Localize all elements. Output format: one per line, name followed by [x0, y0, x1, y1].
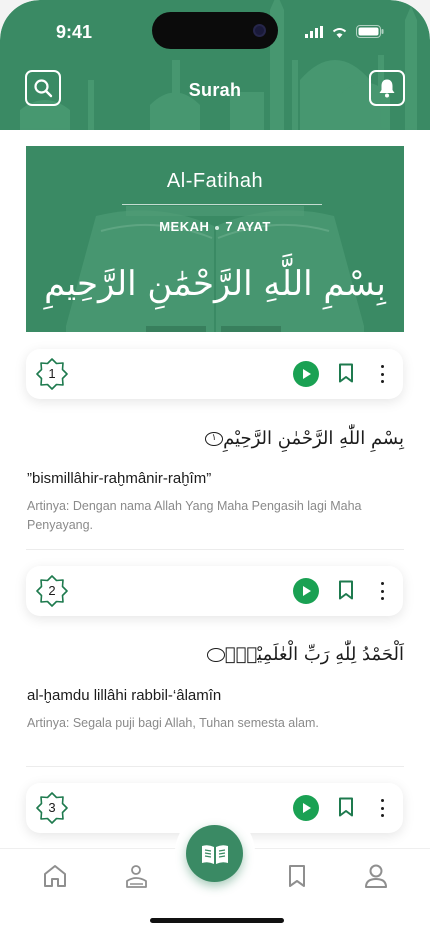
ayah-toolbar: 1	[26, 349, 403, 399]
ayah-number: 2	[48, 583, 56, 598]
dot	[380, 806, 384, 810]
battery-icon	[356, 25, 384, 38]
ayah-transliteration: ”bismillâhir-raḫmânir-raḫîm”	[27, 470, 212, 487]
surah-place: MEKAH	[159, 219, 210, 234]
dot	[380, 814, 384, 817]
dynamic-island	[152, 12, 278, 49]
notification-button[interactable]	[369, 70, 405, 106]
dot	[380, 597, 384, 600]
divider	[26, 549, 404, 550]
play-button[interactable]	[293, 795, 319, 821]
ayah-arabic-text: اَلْحَمْدُ لِلّٰهِ رَبِّ الْعٰلَمِيْنَۙ	[26, 644, 404, 665]
home-indicator	[150, 918, 284, 923]
wifi-icon	[332, 27, 347, 38]
divider	[26, 766, 404, 767]
ayah-number-badge: 3	[36, 792, 68, 824]
ayah-translation: Artinya: Segala puji bagi Allah, Tuhan s…	[27, 716, 319, 730]
arabic-verse: اَلْحَمْدُ لِلّٰهِ رَبِّ الْعٰلَمِيْنَۙ	[224, 644, 404, 665]
surah-name: Al-Fatihah	[166, 170, 264, 192]
bookmark-button[interactable]	[338, 580, 354, 600]
bookmark-button[interactable]	[338, 797, 354, 817]
nav-home-icon[interactable]	[42, 863, 68, 889]
separator-dot	[215, 225, 220, 230]
page-title: Surah	[188, 80, 242, 100]
play-icon	[303, 586, 311, 596]
banner-divider	[122, 204, 322, 205]
app-screen: 9:41 Surah Al-Fatihah MEKAH 7 AYAT بِسْم…	[0, 0, 430, 932]
play-icon	[303, 369, 311, 379]
nav-bookmark-icon[interactable]	[284, 863, 310, 889]
signal-icon	[305, 25, 323, 38]
ayah-end-mark: ١	[205, 432, 224, 446]
dot	[380, 589, 384, 593]
nav-profile-icon[interactable]	[363, 863, 389, 889]
surah-ayah-count: 7 AYAT	[225, 219, 271, 234]
play-button[interactable]	[293, 361, 319, 387]
status-icons	[305, 25, 384, 38]
basmalah-calligraphy: بِسْمِ اللَّهِ الرَّحْمَٰنِ الرَّحِيمِ	[44, 264, 386, 304]
header: 9:41 Surah	[0, 0, 430, 130]
ayah-number: 3	[48, 800, 56, 815]
more-options-button[interactable]	[378, 799, 386, 817]
dot	[380, 365, 384, 368]
quran-home-button[interactable]	[186, 825, 243, 882]
camera-icon	[253, 24, 266, 37]
surah-meta: MEKAH 7 AYAT	[26, 219, 404, 234]
nav-reader-icon[interactable]	[124, 863, 150, 889]
surah-banner: Al-Fatihah MEKAH 7 AYAT بِسْمِ اللَّهِ ال…	[26, 146, 404, 332]
arabic-verse: بِسْمِ اللّٰهِ الرَّحْمٰنِ الرَّحِيْمِ	[223, 428, 404, 449]
quran-book-icon	[201, 844, 228, 864]
bookmark-button[interactable]	[338, 363, 354, 383]
ayah-number-badge: 1	[36, 358, 68, 390]
bell-icon	[379, 79, 395, 98]
ayah-number-badge: 2	[36, 575, 68, 607]
dot	[380, 582, 384, 585]
more-options-button[interactable]	[378, 582, 386, 600]
dot	[380, 799, 384, 802]
play-button[interactable]	[293, 578, 319, 604]
dot	[380, 372, 384, 376]
dot	[380, 380, 384, 383]
ayah-transliteration: al-ḫamdu lillâhi rabbil-‘âlamîn	[27, 687, 222, 704]
ayah-arabic-text: بِسْمِ اللّٰهِ الرَّحْمٰنِ الرَّحِيْمِ١	[26, 428, 404, 449]
status-time: 9:41	[56, 22, 93, 42]
play-icon	[303, 803, 311, 813]
ayah-number: 1	[48, 366, 56, 381]
ayah-toolbar: 2	[26, 566, 403, 616]
ayah-translation: Artinya: Dengan nama Allah Yang Maha Pen…	[27, 499, 362, 532]
ayah-end-mark	[206, 648, 225, 662]
more-options-button[interactable]	[378, 365, 386, 383]
